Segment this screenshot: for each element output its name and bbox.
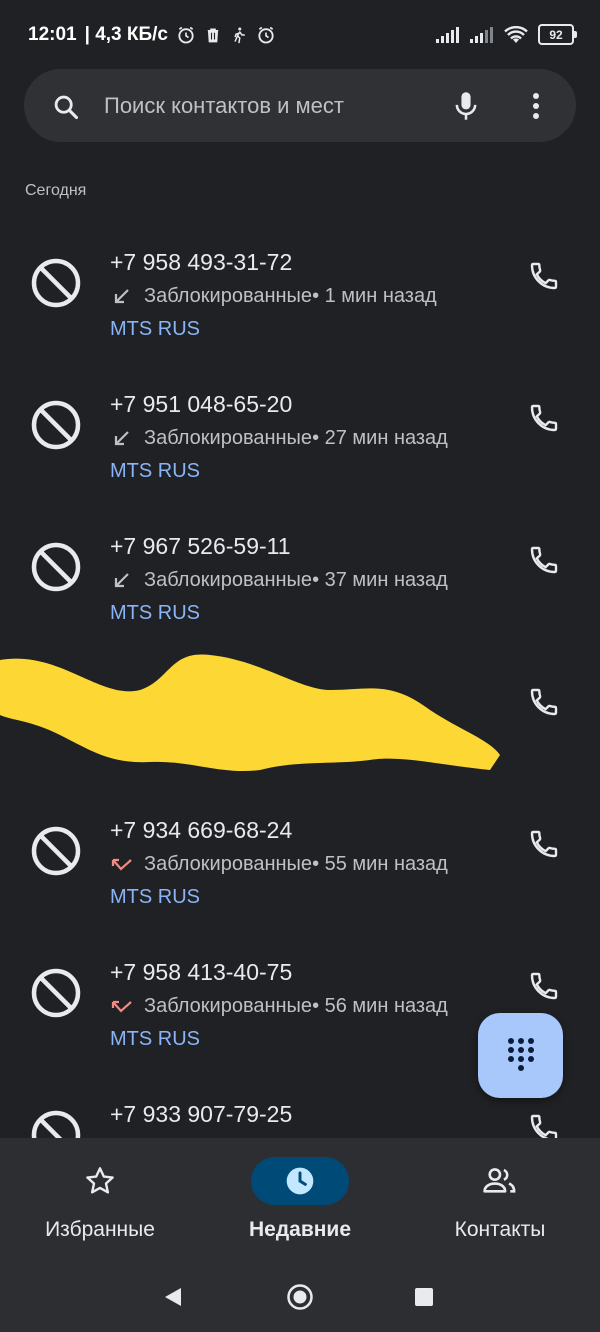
- search-placeholder[interactable]: Поиск контактов и мест: [104, 93, 344, 119]
- tab-contacts-label: Контакты: [454, 1218, 546, 1241]
- bottom-navigation: Избранные Недавние Контакты: [0, 1138, 600, 1262]
- system-navigation-bar: [0, 1262, 600, 1332]
- tab-recents[interactable]: Недавние: [200, 1138, 400, 1262]
- call-status: Заблокированные: [144, 285, 313, 307]
- recent-apps-icon[interactable]: [415, 1288, 433, 1306]
- back-icon[interactable]: [162, 1286, 184, 1308]
- status-time: 12:01: [28, 24, 77, 45]
- star-icon: [86, 1167, 114, 1194]
- call-log-row[interactable]: +7 967 526-59-11 Заблокированные • 37 ми…: [0, 506, 600, 648]
- call-log-row-redacted[interactable]: [0, 648, 600, 790]
- status-left: 12:01 | 4,3 КБ/с: [28, 24, 276, 46]
- search-icon[interactable]: [52, 93, 80, 121]
- call-number: +7 933 907-79-25: [110, 1101, 293, 1127]
- tab-recents-label: Недавние: [248, 1218, 352, 1241]
- tab-recents-icon-wrap: [251, 1157, 349, 1205]
- phone-icon[interactable]: [528, 686, 560, 718]
- signal-icon: [470, 26, 493, 43]
- home-icon[interactable]: [286, 1283, 314, 1311]
- dialpad-icon: [507, 1037, 534, 1071]
- call-carrier: MTS RUS: [110, 460, 200, 482]
- mic-icon[interactable]: [452, 90, 480, 122]
- blocked-icon: [31, 542, 81, 592]
- tab-contacts-icon-wrap: [451, 1157, 549, 1205]
- call-number: +7 958 413-40-75: [110, 959, 293, 985]
- alarm-icon: [258, 26, 274, 44]
- phone-icon[interactable]: [528, 970, 560, 1002]
- call-log-row[interactable]: +7 951 048-65-20 Заблокированные • 27 ми…: [0, 364, 600, 506]
- walking-icon: [234, 27, 245, 44]
- call-number: +7 967 526-59-11: [110, 533, 291, 559]
- blocked-icon: [31, 258, 81, 308]
- people-icon: [483, 1168, 516, 1193]
- dialpad-button[interactable]: [478, 1013, 563, 1098]
- call-time: • 1 мин назад: [312, 285, 437, 307]
- call-number: +7 934 669-68-24: [110, 817, 293, 843]
- incoming-call-arrow-icon: [114, 572, 129, 587]
- missed-call-arrow-icon: [111, 1000, 132, 1013]
- status-speed: | 4,3 КБ/с: [84, 24, 168, 45]
- call-status: Заблокированные: [144, 853, 313, 875]
- wifi-icon: [504, 25, 528, 43]
- call-time: • 27 мин назад: [312, 427, 448, 449]
- tab-favorites-label: Избранные: [45, 1218, 155, 1241]
- call-meta: Заблокированные • 56 мин назад: [110, 995, 448, 1018]
- call-carrier: MTS RUS: [110, 318, 200, 340]
- tab-favorites[interactable]: Избранные: [0, 1138, 200, 1262]
- call-meta: Заблокированные • 1 мин назад: [110, 285, 437, 308]
- call-log-list: +7 958 493-31-72 Заблокированные • 1 мин…: [0, 222, 600, 1138]
- status-bar: 12:01 | 4,3 КБ/с 92: [0, 0, 600, 70]
- search-bar[interactable]: Поиск контактов и мест: [24, 69, 576, 142]
- call-status: Заблокированные: [144, 569, 313, 591]
- call-time: • 37 мин назад: [312, 569, 448, 591]
- call-status: Заблокированные: [144, 995, 313, 1017]
- phone-icon[interactable]: [528, 544, 560, 576]
- tab-favorites-icon-wrap: [51, 1157, 149, 1205]
- blocked-icon: [31, 1110, 81, 1138]
- blocked-icon: [31, 968, 81, 1018]
- call-carrier: MTS RUS: [110, 1028, 200, 1050]
- tab-contacts[interactable]: Контакты: [400, 1138, 600, 1262]
- battery-indicator: 92: [538, 24, 577, 45]
- call-meta: Заблокированные • 37 мин назад: [110, 569, 448, 592]
- alarm-icon: [178, 26, 194, 44]
- call-number: +7 958 493-31-72: [110, 249, 293, 275]
- call-time: • 56 мин назад: [312, 995, 448, 1017]
- more-vert-icon[interactable]: [524, 91, 548, 121]
- call-log-row[interactable]: +7 958 493-31-72 Заблокированные • 1 мин…: [0, 222, 600, 364]
- blocked-icon: [31, 400, 81, 450]
- signal-icon: [436, 26, 459, 43]
- call-time: • 55 мин назад: [312, 853, 448, 875]
- missed-call-arrow-icon: [111, 858, 132, 871]
- call-number: +7 951 048-65-20: [110, 391, 293, 417]
- call-meta: Заблокированные • 55 мин назад: [110, 853, 448, 876]
- phone-icon[interactable]: [528, 402, 560, 434]
- status-right: 92: [436, 24, 577, 45]
- call-meta: Заблокированные • 27 мин назад: [110, 427, 448, 450]
- phone-icon[interactable]: [528, 1112, 560, 1138]
- call-carrier: MTS RUS: [110, 602, 200, 624]
- clock-icon: [286, 1167, 314, 1195]
- blocked-icon: [31, 826, 81, 876]
- call-status: Заблокированные: [144, 427, 313, 449]
- section-header-today: Сегодня: [25, 182, 87, 199]
- phone-icon[interactable]: [528, 260, 560, 292]
- phone-icon[interactable]: [528, 828, 560, 860]
- trash-icon: [207, 28, 219, 43]
- call-log-row[interactable]: +7 934 669-68-24 Заблокированные • 55 ми…: [0, 790, 600, 932]
- call-carrier: MTS RUS: [110, 886, 200, 908]
- incoming-call-arrow-icon: [114, 430, 129, 445]
- incoming-call-arrow-icon: [114, 288, 129, 303]
